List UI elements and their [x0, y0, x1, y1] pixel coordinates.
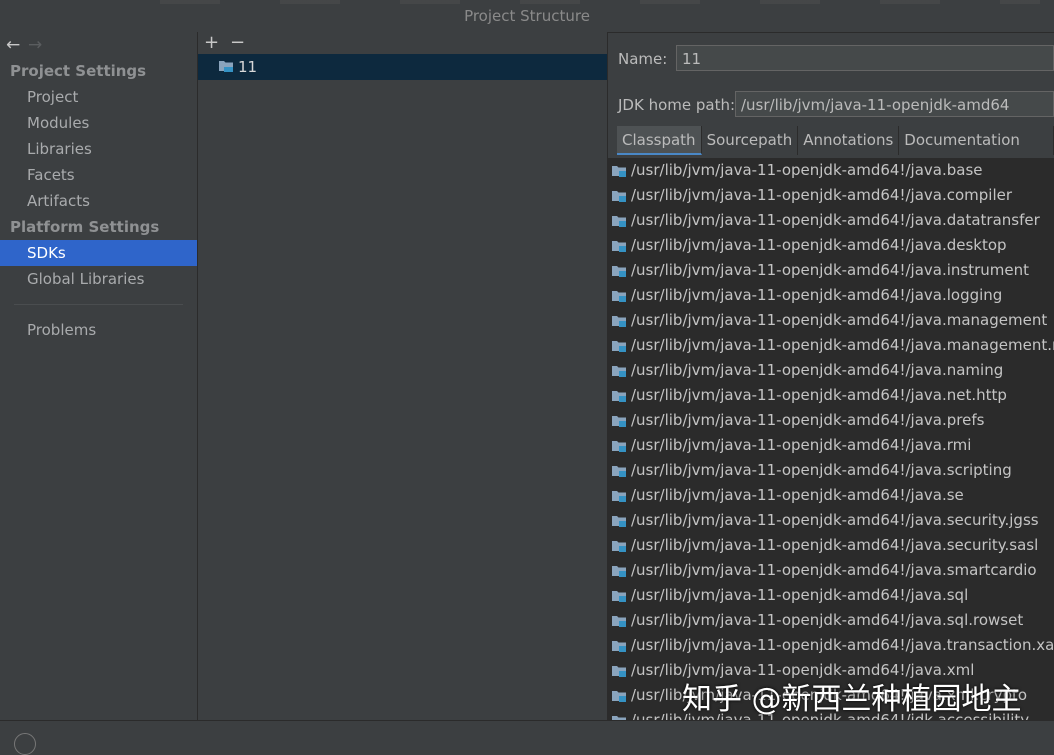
jdk-home-field[interactable]: /usr/lib/jvm/java-11-openjdk-amd64: [735, 91, 1054, 117]
sdk-detail-panel: Name: 11 JDK home path: /usr/lib/jvm/jav…: [608, 32, 1054, 720]
title-bar: Project Structure: [0, 0, 1054, 33]
classpath-entry-label: /usr/lib/jvm/java-11-openjdk-amd64!/java…: [631, 561, 1037, 579]
classpath-entry-label: /usr/lib/jvm/java-11-openjdk-amd64!/java…: [631, 311, 1048, 329]
sdk-list-panel: + − 11: [198, 32, 608, 720]
classpath-entry[interactable]: /usr/lib/jvm/java-11-openjdk-amd64!/java…: [608, 583, 1054, 608]
watermark: 知乎 @新西兰种植园地主: [682, 682, 1022, 717]
classpath-entry-label: /usr/lib/jvm/java-11-openjdk-amd64!/java…: [631, 436, 972, 454]
jdk-home-label: JDK home path:: [618, 96, 736, 114]
tab-annotations[interactable]: Annotations: [798, 126, 900, 155]
classpath-entry[interactable]: /usr/lib/jvm/java-11-openjdk-amd64!/java…: [608, 408, 1054, 433]
classpath-entry-label: /usr/lib/jvm/java-11-openjdk-amd64!/java…: [631, 186, 1013, 204]
classpath-entry[interactable]: /usr/lib/jvm/java-11-openjdk-amd64!/java…: [608, 458, 1054, 483]
tab-classpath[interactable]: Classpath: [617, 126, 702, 155]
path-tabs: Classpath Sourcepath Annotations Documen…: [617, 126, 1054, 178]
classpath-entry[interactable]: /usr/lib/jvm/java-11-openjdk-amd64!/java…: [608, 308, 1054, 333]
help-icon[interactable]: [14, 733, 36, 755]
sdk-toolbar: + −: [198, 32, 607, 54]
classpath-entry-label: /usr/lib/jvm/java-11-openjdk-amd64!/java…: [631, 211, 1040, 229]
classpath-entry-label: /usr/lib/jvm/java-11-openjdk-amd64!/java…: [631, 261, 1030, 279]
classpath-entry[interactable]: /usr/lib/jvm/java-11-openjdk-amd64!/java…: [608, 208, 1054, 233]
back-arrow-icon[interactable]: ←: [6, 32, 28, 58]
classpath-entry[interactable]: /usr/lib/jvm/java-11-openjdk-amd64!/java…: [608, 158, 1054, 183]
classpath-entry-label: /usr/lib/jvm/java-11-openjdk-amd64!/java…: [631, 511, 1039, 529]
classpath-entry[interactable]: /usr/lib/jvm/java-11-openjdk-amd64!/java…: [608, 283, 1054, 308]
classpath-entry[interactable]: /usr/lib/jvm/java-11-openjdk-amd64!/java…: [608, 358, 1054, 383]
forward-arrow-icon[interactable]: →: [28, 32, 50, 58]
classpath-entry[interactable]: /usr/lib/jvm/java-11-openjdk-amd64!/java…: [608, 558, 1054, 583]
remove-sdk-button[interactable]: −: [230, 32, 256, 54]
classpath-entry[interactable]: /usr/lib/jvm/java-11-openjdk-amd64!/java…: [608, 633, 1054, 658]
sidebar-item-problems[interactable]: Problems: [0, 317, 197, 343]
classpath-entry-label: /usr/lib/jvm/java-11-openjdk-amd64!/java…: [631, 411, 985, 429]
classpath-entry[interactable]: /usr/lib/jvm/java-11-openjdk-amd64!/java…: [608, 533, 1054, 558]
window-title: Project Structure: [464, 7, 590, 25]
classpath-entry[interactable]: /usr/lib/jvm/java-11-openjdk-amd64!/java…: [608, 383, 1054, 408]
classpath-entry-label: /usr/lib/jvm/java-11-openjdk-amd64!/java…: [631, 486, 964, 504]
classpath-entry-label: /usr/lib/jvm/java-11-openjdk-amd64!/java…: [631, 586, 969, 604]
classpath-entry[interactable]: /usr/lib/jvm/java-11-openjdk-amd64!/java…: [608, 508, 1054, 533]
sdk-item-label: 11: [238, 58, 258, 76]
sidebar-item-artifacts[interactable]: Artifacts: [0, 188, 197, 214]
classpath-entry-label: /usr/lib/jvm/java-11-openjdk-amd64!/java…: [631, 611, 1024, 629]
classpath-entry[interactable]: /usr/lib/jvm/java-11-openjdk-amd64!/java…: [608, 258, 1054, 283]
name-label: Name:: [618, 50, 668, 68]
classpath-entry-label: /usr/lib/jvm/java-11-openjdk-amd64!/java…: [631, 161, 983, 179]
classpath-entry[interactable]: /usr/lib/jvm/java-11-openjdk-amd64!/java…: [608, 483, 1054, 508]
background-window-strip: [160, 0, 1040, 4]
classpath-entry[interactable]: /usr/lib/jvm/java-11-openjdk-amd64!/java…: [608, 333, 1054, 358]
sdk-item[interactable]: 11: [198, 54, 607, 80]
classpath-entry-label: /usr/lib/jvm/java-11-openjdk-amd64!/java…: [631, 361, 1004, 379]
sidebar-item-sdks[interactable]: SDKs: [0, 240, 197, 266]
tab-documentation-paths[interactable]: Documentation Paths: [899, 126, 1054, 178]
classpath-entry-label: /usr/lib/jvm/java-11-openjdk-amd64!/java…: [631, 461, 1012, 479]
classpath-entry[interactable]: /usr/lib/jvm/java-11-openjdk-amd64!/java…: [608, 608, 1054, 633]
nav-history: ← →: [0, 32, 197, 58]
sidebar-item-global-libraries[interactable]: Global Libraries: [0, 266, 197, 292]
sidebar-item-facets[interactable]: Facets: [0, 162, 197, 188]
classpath-entry-label: /usr/lib/jvm/java-11-openjdk-amd64!/java…: [631, 336, 1054, 354]
sidebar-item-modules[interactable]: Modules: [0, 110, 197, 136]
sidebar-item-project[interactable]: Project: [0, 84, 197, 110]
classpath-entry-label: /usr/lib/jvm/java-11-openjdk-amd64!/java…: [631, 286, 1003, 304]
classpath-entry-label: /usr/lib/jvm/java-11-openjdk-amd64!/java…: [631, 236, 1007, 254]
platform-settings-header: Platform Settings: [10, 218, 160, 236]
classpath-entry-label: /usr/lib/jvm/java-11-openjdk-amd64!/java…: [631, 386, 1007, 404]
classpath-entry-label: /usr/lib/jvm/java-11-openjdk-amd64!/java…: [631, 536, 1039, 554]
tab-sourcepath[interactable]: Sourcepath: [701, 126, 799, 155]
jar-folder-icon: [611, 711, 627, 720]
classpath-entry[interactable]: /usr/lib/jvm/java-11-openjdk-amd64!/java…: [608, 233, 1054, 258]
settings-sidebar: ← → Project Settings Project Modules Libr…: [0, 32, 198, 720]
classpath-list[interactable]: /usr/lib/jvm/java-11-openjdk-amd64!/java…: [608, 158, 1054, 720]
project-settings-header: Project Settings: [10, 62, 147, 80]
classpath-entry[interactable]: /usr/lib/jvm/java-11-openjdk-amd64!/java…: [608, 183, 1054, 208]
classpath-entry-label: /usr/lib/jvm/java-11-openjdk-amd64!/java…: [631, 636, 1054, 654]
add-sdk-button[interactable]: +: [204, 32, 230, 54]
sidebar-divider: [14, 304, 183, 305]
name-field[interactable]: 11: [676, 45, 1054, 71]
bottom-bar: [0, 720, 1054, 741]
sdk-folder-icon: [218, 55, 234, 81]
classpath-entry[interactable]: /usr/lib/jvm/java-11-openjdk-amd64!/java…: [608, 433, 1054, 458]
sidebar-item-libraries[interactable]: Libraries: [0, 136, 197, 162]
